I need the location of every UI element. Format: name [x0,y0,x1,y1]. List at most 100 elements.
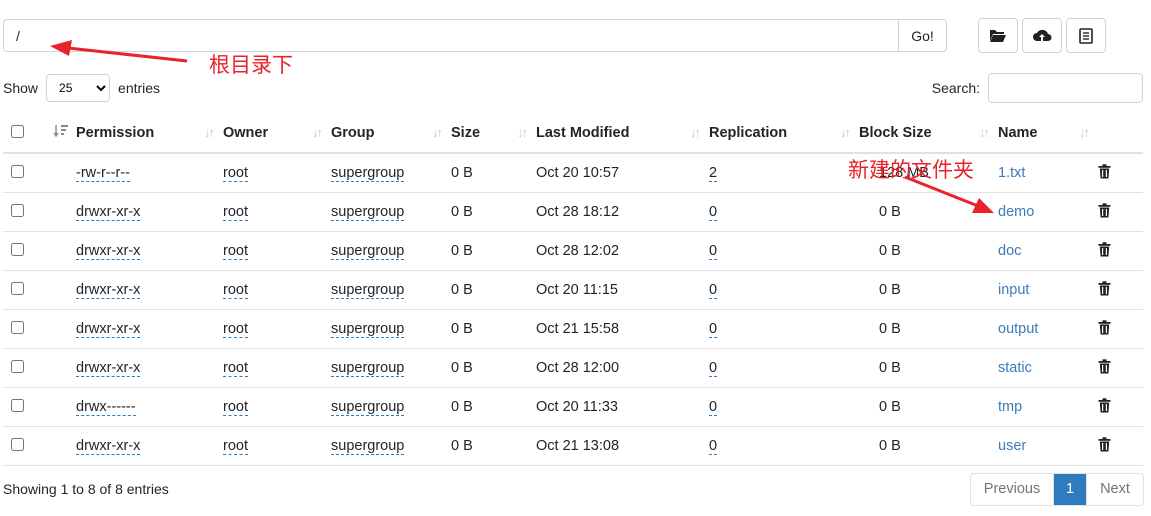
entries-select[interactable]: 25 [46,74,111,102]
column-header-block-size[interactable]: Block Size ↓↑ [859,114,998,154]
modified-cell: Oct 21 13:08 [536,426,709,466]
column-header-name[interactable]: Name ↓↑ [998,114,1098,154]
file-name-link[interactable]: input [998,282,1029,298]
group-link[interactable]: supergroup [331,204,405,221]
upload-button[interactable] [1022,18,1062,53]
group-link[interactable]: supergroup [331,438,405,455]
trash-icon [1098,202,1111,217]
row-checkbox[interactable] [11,398,24,412]
cut-paste-button[interactable] [1066,18,1106,53]
permission-link[interactable]: drwxr-xr-x [76,243,141,260]
cloud-upload-icon [1033,29,1052,41]
clipboard-icon [1079,27,1093,44]
permission-link[interactable]: -rw-r--r-- [76,165,130,182]
page-1-button[interactable]: 1 [1054,474,1086,505]
owner-link[interactable]: root [223,438,248,455]
replication-link[interactable]: 2 [709,165,718,182]
file-name-link[interactable]: 1.txt [998,165,1025,181]
show-label: Show [3,80,39,96]
replication-link[interactable]: 0 [709,282,718,299]
column-header-last-modified[interactable]: Last Modified ↓↑ [536,114,709,154]
replication-link[interactable]: 0 [709,399,718,416]
permission-link[interactable]: drwxr-xr-x [76,204,141,221]
row-checkbox[interactable] [11,281,24,295]
delete-button[interactable] [1098,280,1111,300]
replication-link[interactable]: 0 [709,243,718,260]
replication-link[interactable]: 0 [709,321,718,338]
row-checkbox[interactable] [11,437,24,451]
size-cell: 0 B [451,270,536,310]
column-header-replication[interactable]: Replication ↓↑ [709,114,859,154]
table-row: drwxr-xr-x root supergroup 0 B Oct 28 12:02 0… [3,231,1143,271]
owner-link[interactable]: root [223,204,248,221]
file-name-link[interactable]: demo [998,204,1034,220]
row-checkbox[interactable] [11,242,24,256]
file-name-link[interactable]: static [998,360,1032,376]
file-name-link[interactable]: tmp [998,399,1022,415]
name-cell: output [998,309,1098,349]
delete-button[interactable] [1098,163,1111,183]
replication-link[interactable]: 0 [709,360,718,377]
owner-cell: root [223,426,331,466]
next-page-button[interactable]: Next [1086,474,1143,505]
spacer-cell [43,348,76,388]
owner-link[interactable]: root [223,360,248,377]
row-select-cell [3,231,43,271]
group-link[interactable]: supergroup [331,282,405,299]
file-name-link[interactable]: output [998,321,1038,337]
delete-button[interactable] [1098,202,1111,222]
file-name-link[interactable]: user [998,438,1026,454]
owner-link[interactable]: root [223,399,248,416]
owner-link[interactable]: root [223,282,248,299]
select-all-checkbox[interactable] [11,124,24,138]
file-name-link[interactable]: doc [998,243,1021,259]
group-cell: supergroup [331,270,451,310]
column-header-owner[interactable]: Owner ↓↑ [223,114,331,154]
group-link[interactable]: supergroup [331,399,405,416]
column-header-permission[interactable]: Permission ↓↑ [76,114,223,154]
group-link[interactable]: supergroup [331,243,405,260]
permission-link[interactable]: drwxr-xr-x [76,438,141,455]
search-label: Search: [931,80,980,96]
owner-link[interactable]: root [223,243,248,260]
replication-link[interactable]: 0 [709,438,718,455]
go-button[interactable]: Go! [898,19,947,52]
size-cell: 0 B [451,231,536,271]
replication-cell: 0 [709,387,859,427]
column-header-size[interactable]: Size ↓↑ [451,114,536,154]
row-checkbox[interactable] [11,359,24,373]
permission-link[interactable]: drwxr-xr-x [76,282,141,299]
group-link[interactable]: supergroup [331,165,405,182]
row-checkbox[interactable] [11,320,24,334]
owner-link[interactable]: root [223,321,248,338]
delete-button[interactable] [1098,358,1111,378]
path-input[interactable] [3,19,898,52]
delete-button[interactable] [1098,241,1111,261]
row-checkbox[interactable] [11,164,24,178]
table-row: drwx------ root supergroup 0 B Oct 20 11:33 0… [3,387,1143,427]
previous-page-button[interactable]: Previous [971,474,1054,505]
replication-cell: 0 [709,192,859,232]
group-link[interactable]: supergroup [331,360,405,377]
permission-cell: -rw-r--r-- [76,153,223,193]
sort-amount-down-icon [53,125,68,138]
group-link[interactable]: supergroup [331,321,405,338]
replication-link[interactable]: 0 [709,204,718,221]
delete-button[interactable] [1098,319,1111,339]
permission-link[interactable]: drwxr-xr-x [76,321,141,338]
permission-link[interactable]: drwxr-xr-x [76,360,141,377]
delete-button[interactable] [1098,436,1111,456]
permission-link[interactable]: drwx------ [76,399,136,416]
search-input[interactable] [988,73,1143,103]
owner-link[interactable]: root [223,165,248,182]
row-checkbox[interactable] [11,203,24,217]
column-label: Owner [223,125,269,141]
replication-cell: 0 [709,426,859,466]
delete-button[interactable] [1098,397,1111,417]
column-header-group[interactable]: Group ↓↑ [331,114,451,154]
permission-cell: drwxr-xr-x [76,192,223,232]
sort-header[interactable] [43,114,76,154]
create-directory-button[interactable] [978,18,1018,53]
spacer-cell [43,270,76,310]
column-label: Name [998,125,1038,141]
